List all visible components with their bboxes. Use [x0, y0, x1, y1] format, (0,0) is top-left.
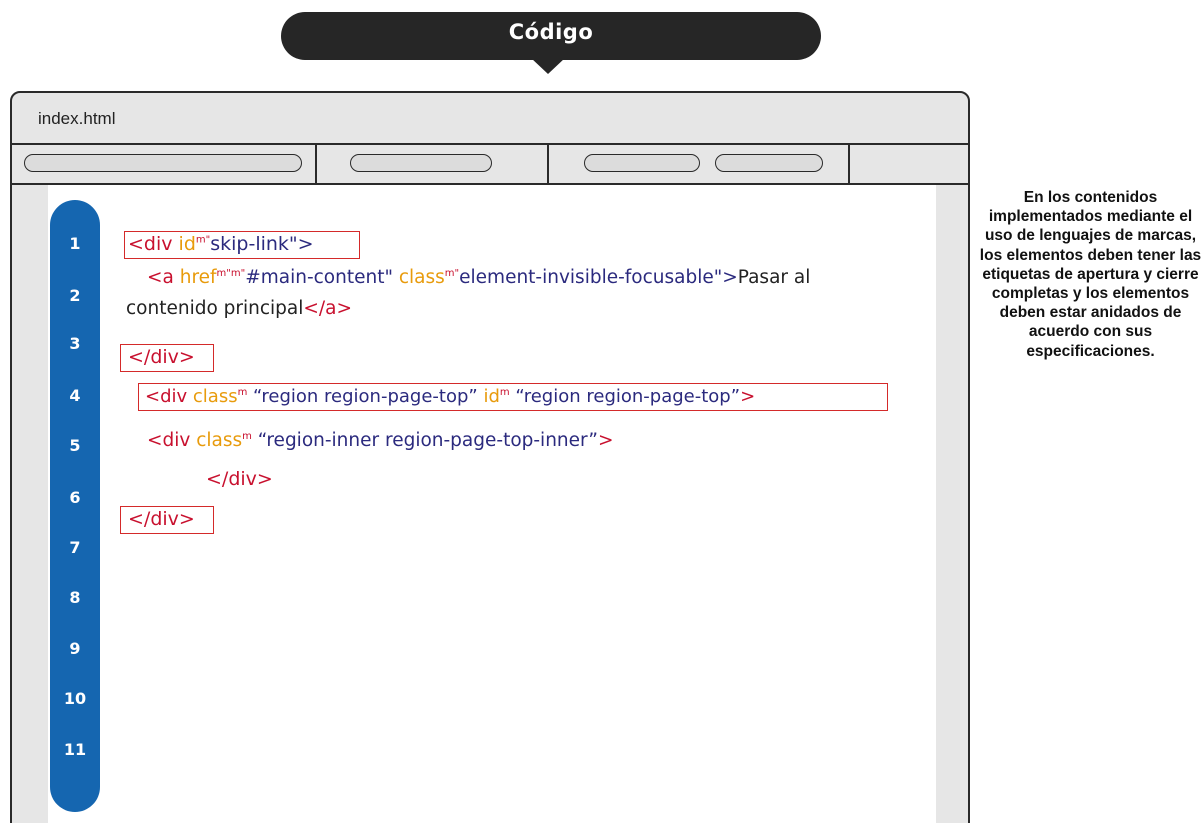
line-number: 10 [63, 689, 87, 708]
toolbar-button[interactable] [715, 154, 823, 172]
code-token: m [499, 387, 510, 398]
code-token: m [242, 430, 252, 442]
code-token: <a [147, 267, 180, 288]
line-number-gutter: 1 2 3 4 5 6 7 8 9 10 11 [50, 200, 100, 812]
toolbar-divider [315, 143, 317, 183]
code-token: skip-link"> [210, 233, 314, 255]
code-line-4: <div classm “region region-page-top” idm… [145, 385, 755, 408]
toolbar-button[interactable] [350, 154, 492, 172]
explanation-note: En los contenidos implementados mediante… [979, 189, 1202, 360]
file-title: index.html [38, 109, 116, 128]
code-token: m"m" [216, 267, 246, 279]
line-number: 2 [69, 286, 81, 305]
code-title-pill: Código [281, 12, 821, 60]
code-token: href [179, 267, 217, 288]
code-token: > [740, 386, 756, 407]
pill-pointer-icon [531, 58, 565, 74]
code-token: class [196, 430, 243, 451]
toolbar [12, 143, 968, 185]
code-token: <div [145, 386, 193, 407]
code-token: Pasar al [737, 267, 811, 288]
code-token: > [598, 430, 614, 451]
stage: Código index.html 1 2 3 4 5 6 7 8 9 10 1… [0, 0, 1203, 823]
title-bar: index.html [12, 93, 968, 145]
code-line-3: </div> [128, 346, 195, 369]
code-token: m [237, 387, 248, 398]
code-token: element-invisible-focusable"> [459, 267, 738, 288]
code-token: </div> [206, 468, 273, 490]
code-token: class [192, 386, 238, 407]
code-line-1: <div idm"skip-link"> [128, 233, 314, 256]
code-token: </a> [303, 298, 352, 319]
code-token: “region region-page-top” [247, 386, 484, 407]
line-number: 11 [63, 740, 87, 759]
address-bar[interactable] [24, 154, 302, 172]
line-number: 5 [69, 436, 81, 455]
line-number: 6 [69, 488, 81, 507]
code-token: m" [444, 267, 460, 279]
code-token: <div [147, 430, 197, 451]
editor-window: index.html [10, 91, 970, 823]
code-token: #main-content" [245, 267, 399, 288]
line-number: 1 [69, 234, 81, 253]
code-line-6: </div> [206, 468, 273, 491]
line-number: 4 [69, 386, 81, 405]
line-number: 9 [69, 639, 81, 658]
code-token: contenido principal [126, 298, 304, 319]
line-number: 3 [69, 334, 81, 353]
toolbar-divider [848, 143, 850, 183]
code-token: </div> [128, 346, 195, 368]
code-token: m" [195, 234, 211, 246]
line-number: 7 [69, 538, 81, 557]
code-token: class [398, 267, 445, 288]
code-token: “region region-page-top” [509, 386, 741, 407]
toolbar-button[interactable] [584, 154, 700, 172]
code-line-2-continued: contenido principal</a> [126, 297, 352, 320]
code-title: Código [508, 20, 594, 44]
toolbar-divider [547, 143, 549, 183]
code-token: <div [128, 233, 179, 255]
code-token: id [178, 233, 196, 255]
code-line-2: <a hrefm"m"#main-content" classm"element… [147, 266, 810, 289]
code-line-5: <div classm “region-inner region-page-to… [147, 429, 614, 452]
line-number: 8 [69, 588, 81, 607]
code-line-7: </div> [128, 508, 195, 531]
code-token: “region-inner region-page-top-inner” [251, 430, 598, 451]
code-token: id [483, 386, 500, 407]
code-token: </div> [128, 508, 195, 530]
